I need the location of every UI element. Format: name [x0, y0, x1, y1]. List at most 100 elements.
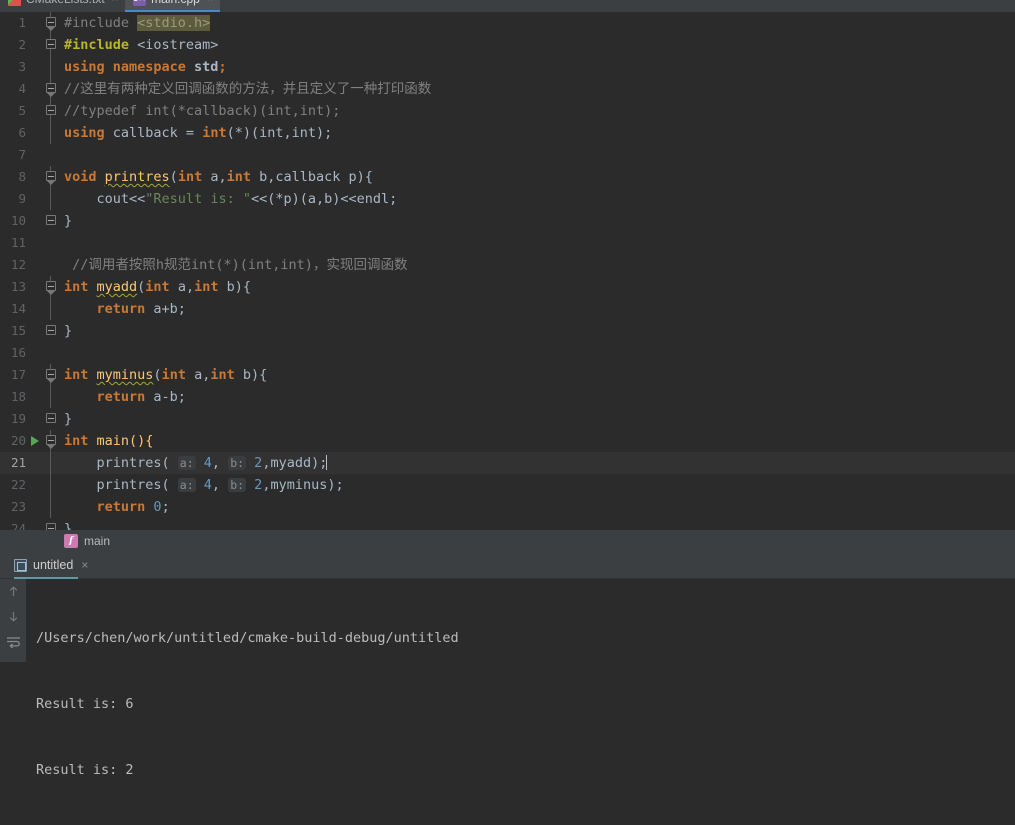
cmake-icon	[8, 0, 21, 6]
code-line[interactable]: 12 //调用者按照h规范int(*)(int,int)，实现回调函数	[0, 254, 1015, 276]
fold-gutter[interactable]	[44, 496, 58, 518]
down-arrow-icon[interactable]	[7, 610, 20, 623]
tok-comment: //这里有两种定义回调函数的方法，并且定义了一种打印函数	[64, 81, 432, 97]
run-tab-untitled[interactable]: untitled ×	[14, 552, 92, 579]
code-line[interactable]: 7	[0, 144, 1015, 166]
line-number: 5	[18, 103, 26, 118]
tok-call: printres(	[96, 477, 178, 493]
code-line[interactable]: 8 void printres(int a,int b,callback p){	[0, 166, 1015, 188]
run-gutter	[28, 188, 44, 210]
fold-gutter[interactable]	[44, 518, 58, 530]
code-line[interactable]: 5 //typedef int(*callback)(int,int);	[0, 100, 1015, 122]
fold-gutter[interactable]	[44, 474, 58, 496]
tok-keyword: void	[64, 169, 105, 185]
line-number: 7	[18, 147, 26, 162]
line-number: 15	[10, 323, 26, 338]
tab-main-cpp[interactable]: C++ main.cpp ×	[125, 0, 221, 12]
tok-keyword: return	[96, 499, 154, 515]
code-line[interactable]: 23 return 0;	[0, 496, 1015, 518]
code-line[interactable]: 6 using callback = int(*)(int,int);	[0, 122, 1015, 144]
tab-cmakelists[interactable]: CMakeLists.txt ×	[0, 0, 125, 12]
fold-gutter[interactable]	[44, 342, 58, 364]
fold-gutter[interactable]	[44, 122, 58, 144]
fold-gutter[interactable]	[44, 166, 58, 188]
line-number: 11	[10, 235, 26, 250]
fold-gutter[interactable]	[44, 100, 58, 122]
fold-gutter[interactable]	[44, 430, 58, 452]
tok-punct: (	[169, 169, 178, 185]
fold-gutter[interactable]	[44, 408, 58, 430]
param-hint-a: a:	[177, 456, 196, 470]
code-text: int main(){	[58, 430, 1015, 452]
tok-param: a,	[202, 169, 227, 185]
close-icon[interactable]: ×	[112, 0, 118, 5]
run-gutter	[28, 254, 44, 276]
tok-type: int	[145, 279, 170, 295]
code-line[interactable]: 24 }	[0, 518, 1015, 530]
fold-gutter[interactable]	[44, 78, 58, 100]
tok-param: b,callback p){	[250, 169, 373, 185]
tab-label: main.cpp	[151, 0, 200, 6]
line-number: 14	[10, 301, 26, 316]
code-editor[interactable]: 1 #include <stdio.h> 2 #include <iostrea…	[0, 12, 1015, 530]
tok-type: int	[177, 169, 203, 185]
tok-comment: //调用者按照h规范int(*)(int,int)，实现回调函数	[72, 257, 408, 273]
fold-gutter[interactable]	[44, 254, 58, 276]
code-line[interactable]: 3 using namespace std;	[0, 56, 1015, 78]
fold-gutter[interactable]	[44, 298, 58, 320]
tok-keyword: return	[96, 389, 154, 405]
tok-param: a,	[185, 367, 211, 383]
code-line[interactable]: 18 return a-b;	[0, 386, 1015, 408]
run-main-gutter-icon[interactable]	[28, 430, 44, 452]
fold-gutter[interactable]	[44, 210, 58, 232]
fold-gutter[interactable]	[44, 276, 58, 298]
code-text: //这里有两种定义回调函数的方法，并且定义了一种打印函数	[58, 78, 1015, 100]
code-line-current[interactable]: 21 printres( a: 4, b: 2,myadd);	[0, 452, 1015, 474]
code-line[interactable]: 13 int myadd(int a,int b){	[0, 276, 1015, 298]
run-config-icon	[14, 558, 27, 572]
code-line[interactable]: 1 #include <stdio.h>	[0, 12, 1015, 34]
fold-gutter[interactable]	[44, 320, 58, 342]
tok-rest: ,myadd);	[262, 455, 328, 471]
fold-gutter[interactable]	[44, 364, 58, 386]
param-hint-a: a:	[177, 478, 196, 492]
fold-gutter[interactable]	[44, 56, 58, 78]
code-line[interactable]: 22 printres( a: 4, b: 2,myminus);	[0, 474, 1015, 496]
code-line[interactable]: 14 return a+b;	[0, 298, 1015, 320]
code-line[interactable]: 4 //这里有两种定义回调函数的方法，并且定义了一种打印函数	[0, 78, 1015, 100]
fold-gutter[interactable]	[44, 144, 58, 166]
close-icon[interactable]: ×	[207, 0, 213, 5]
up-arrow-icon[interactable]	[7, 585, 20, 598]
fold-gutter[interactable]	[44, 386, 58, 408]
code-line[interactable]: 11	[0, 232, 1015, 254]
soft-wrap-icon[interactable]	[6, 635, 21, 648]
fold-gutter[interactable]	[44, 12, 58, 34]
console[interactable]: /Users/chen/work/untitled/cmake-build-de…	[0, 579, 1015, 778]
fold-gutter[interactable]	[44, 188, 58, 210]
fold-gutter[interactable]	[44, 34, 58, 56]
tok-comment: //typedef int(*callback)(int,int);	[64, 103, 341, 119]
run-gutter	[28, 56, 44, 78]
tok-brace: }	[64, 213, 73, 229]
code-line[interactable]: 19 }	[0, 408, 1015, 430]
code-line[interactable]: 17 int myminus(int a,int b){	[0, 364, 1015, 386]
code-line[interactable]: 2 #include <iostream>	[0, 34, 1015, 56]
tok-header: <iostream>	[137, 37, 219, 53]
breadcrumb[interactable]: f main	[0, 530, 1015, 552]
close-icon[interactable]: ×	[81, 558, 88, 572]
run-gutter	[28, 100, 44, 122]
code-line[interactable]: 10 }	[0, 210, 1015, 232]
code-text: int myminus(int a,int b){	[58, 364, 1015, 386]
tok-punct: ,	[211, 455, 229, 471]
line-number: 1	[18, 15, 26, 30]
fold-gutter[interactable]	[44, 452, 58, 474]
code-text: #include <iostream>	[58, 34, 1015, 56]
code-line[interactable]: 15 }	[0, 320, 1015, 342]
code-line[interactable]: 20 int main(){	[0, 430, 1015, 452]
code-line[interactable]: 16	[0, 342, 1015, 364]
tok-rest: (*)(int,int);	[226, 125, 333, 141]
fold-gutter[interactable]	[44, 232, 58, 254]
line-number: 17	[10, 367, 26, 382]
code-text: printres( a: 4, b: 2,myadd);	[58, 452, 1015, 474]
code-line[interactable]: 9 cout<<"Result is: "<<(*p)(a,b)<<endl;	[0, 188, 1015, 210]
